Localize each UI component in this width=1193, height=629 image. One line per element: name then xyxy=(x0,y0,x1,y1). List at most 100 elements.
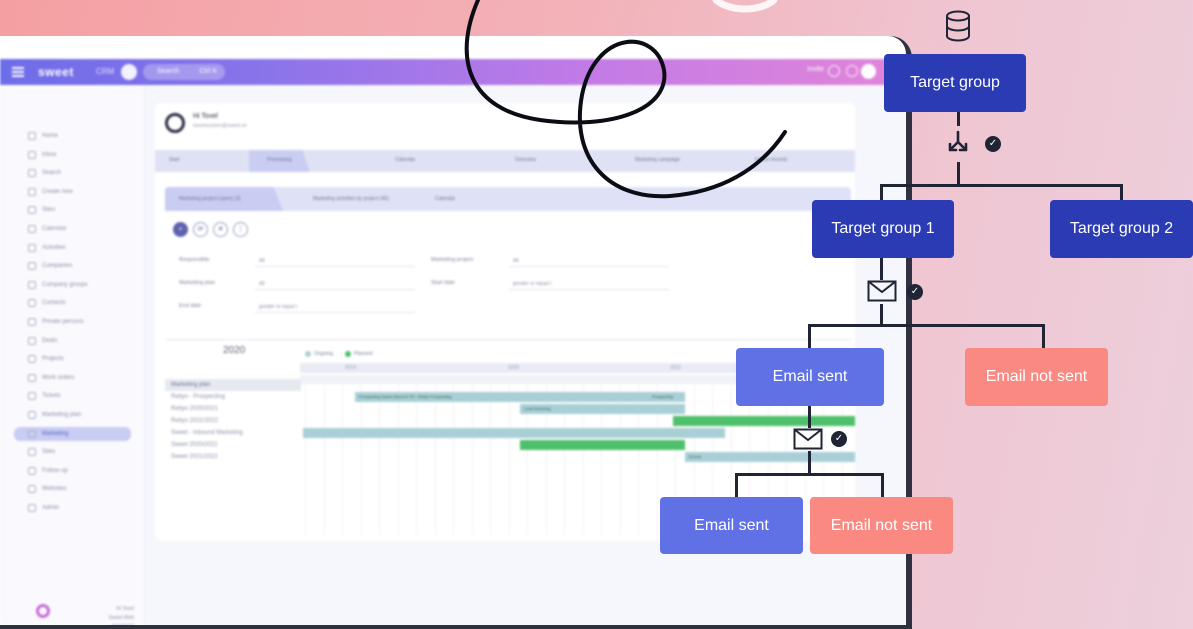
user-icon xyxy=(165,113,185,133)
legend-ongoing-dot xyxy=(305,351,311,357)
sidebar-item[interactable]: Projects xyxy=(28,352,64,366)
tab[interactable]: Start xyxy=(169,157,180,163)
email-sent-node-2[interactable]: Email sent xyxy=(660,497,803,554)
person-email: sweetsystem@sweet.se xyxy=(193,123,247,129)
responsible-field[interactable] xyxy=(255,266,415,267)
marketing-project-field[interactable] xyxy=(509,266,669,267)
subtab[interactable]: Marketing activities by project (45) xyxy=(313,196,389,202)
subtab[interactable]: Marketing project (open) (3) xyxy=(165,187,283,211)
tab[interactable]: Marketing campaign xyxy=(635,157,680,163)
user-footer-sub: Sweet Web @SWEET xyxy=(108,615,134,625)
target-group-node[interactable]: Target group xyxy=(884,54,1026,112)
target-group-2-label: Target group 2 xyxy=(1069,220,1174,237)
responsible-value[interactable]: All xyxy=(259,258,265,264)
sidebar-item[interactable]: Sites xyxy=(28,445,55,459)
end-date-value[interactable]: greater or equal t xyxy=(259,304,297,310)
sidebar-item[interactable]: Companies xyxy=(28,259,72,273)
sidebar-item-icon xyxy=(28,243,36,252)
marketing-project-label: Marketing project xyxy=(431,257,474,263)
sidebar-item[interactable]: Contacts xyxy=(28,296,66,310)
subtab-bar: Marketing project (open) (3) Marketing ac… xyxy=(165,187,851,211)
sidebar-item[interactable]: Deals xyxy=(28,334,57,348)
sidebar-item-icon xyxy=(28,150,36,159)
sidebar-item[interactable]: Company groups xyxy=(28,278,88,292)
tab[interactable]: Processing xyxy=(249,150,310,172)
connector-env1-down xyxy=(880,304,883,326)
tab[interactable]: Import records xyxy=(755,157,787,163)
tab[interactable]: Calendar xyxy=(395,157,415,163)
sidebar-item[interactable]: Search xyxy=(28,166,61,180)
gantt-bar-sweet-2020[interactable] xyxy=(520,440,685,450)
target-group-1-node[interactable]: Target group 1 xyxy=(812,200,954,258)
target-group-2-node[interactable]: Target group 2 xyxy=(1050,200,1193,258)
connector-to-sent-1 xyxy=(808,324,811,348)
gantt-bar-sweet-2022[interactable]: Events xyxy=(685,452,855,462)
search-input[interactable]: Search Ctrl K xyxy=(143,64,225,80)
sidebar-item-label: Tickets xyxy=(42,393,61,400)
sidebar-item-icon xyxy=(28,318,36,326)
sidebar-item[interactable]: Home xyxy=(28,129,58,143)
email-sent-node[interactable]: Email sent xyxy=(736,348,884,406)
marketing-plan-field[interactable] xyxy=(255,289,415,290)
start-date-label: Start date xyxy=(431,280,455,286)
sidebar-item-icon xyxy=(28,485,36,494)
notification-icon[interactable] xyxy=(846,65,858,77)
sidebar-item[interactable]: Inbox xyxy=(28,148,57,162)
refresh-button[interactable]: ⟳ xyxy=(193,222,208,237)
start-date-field[interactable] xyxy=(509,289,669,290)
envelope-icon xyxy=(867,280,897,302)
legend-ongoing-label: Ongoing xyxy=(314,351,333,357)
user-footer: Hi Tovel Sweet Web @SWEET xyxy=(88,605,134,625)
gantt-bar-sweet-inbound[interactable] xyxy=(303,428,725,438)
sidebar-item[interactable]: Websites xyxy=(28,482,67,496)
end-date-label: End date xyxy=(179,303,202,309)
connector-sent1-down xyxy=(808,406,811,428)
marketing-project-value[interactable]: All xyxy=(513,258,519,264)
email-not-sent-node-2[interactable]: Email not sent xyxy=(810,497,953,554)
email-not-sent-node[interactable]: Email not sent xyxy=(965,348,1108,406)
help-icon[interactable] xyxy=(828,65,840,77)
gantt-bar-retiyo-2022[interactable] xyxy=(673,416,855,426)
sidebar-item-label: Private persons xyxy=(42,319,84,325)
sidebar-item[interactable]: Activities xyxy=(28,241,66,255)
tab-bar: Start Processing Calendar Overview Marketing… xyxy=(155,150,855,172)
sidebar-item[interactable]: Marketing xyxy=(14,426,131,441)
sidebar-item[interactable]: Private persons xyxy=(28,315,84,329)
invite-link[interactable]: Invite xyxy=(807,66,824,73)
sidebar-item[interactable]: Calendar xyxy=(28,222,66,236)
gantt-row-label: Sweet 2020/2021 xyxy=(171,442,218,448)
marketing-plan-label: Marketing plan xyxy=(179,280,216,286)
sidebar-item[interactable]: Marketing plan xyxy=(28,408,81,422)
subtab[interactable]: Calendar xyxy=(435,196,455,202)
more-button[interactable]: ⋮ xyxy=(233,222,248,237)
gantt-period-3: 2021 xyxy=(670,365,682,371)
close-button[interactable]: ✕ xyxy=(213,222,228,237)
quick-add-button[interactable] xyxy=(121,64,137,80)
gantt-bar-prospecting-end-label: Prospecting xyxy=(651,394,673,399)
gantt-grid-line xyxy=(490,385,491,535)
sidebar-item[interactable]: Follow up xyxy=(28,464,68,478)
marketing-plan-value[interactable]: All xyxy=(259,281,265,287)
gantt-row-label: Retiyo 2020/2021 xyxy=(171,406,219,412)
sidebar-item[interactable]: Sites xyxy=(28,203,55,217)
gantt-row-label: Sweet 2021/2022 xyxy=(171,454,218,460)
tab[interactable]: Overview xyxy=(515,157,536,163)
sidebar-item[interactable]: Work orders xyxy=(28,371,75,385)
add-button[interactable]: + xyxy=(173,222,188,237)
sidebar-item[interactable]: Tickets xyxy=(28,389,61,403)
sidebar: Home Inbox Search Create new Sites Calendar Ac… xyxy=(0,85,145,625)
connector-env1-horizontal xyxy=(808,324,1045,327)
avatar[interactable] xyxy=(861,64,876,79)
end-date-field[interactable] xyxy=(255,312,415,313)
gantt-bar-retiyo-2020[interactable]: Lead Nurturing xyxy=(520,404,685,414)
sidebar-item-label: Follow up xyxy=(42,467,68,474)
user-avatar[interactable] xyxy=(36,604,50,618)
sidebar-item[interactable]: Create new xyxy=(28,185,73,199)
gantt-bar-prospecting[interactable]: Prospecting Sweet Inbound TR - Retiyo Pr… xyxy=(355,392,685,402)
gantt-year: 2020 xyxy=(223,345,246,356)
menu-icon[interactable] xyxy=(12,67,24,77)
sidebar-item[interactable]: Admin xyxy=(28,501,59,515)
connector-group1-down xyxy=(880,258,883,280)
connector-env2-horizontal xyxy=(735,473,884,476)
start-date-value[interactable]: greater or equal t xyxy=(513,281,551,287)
